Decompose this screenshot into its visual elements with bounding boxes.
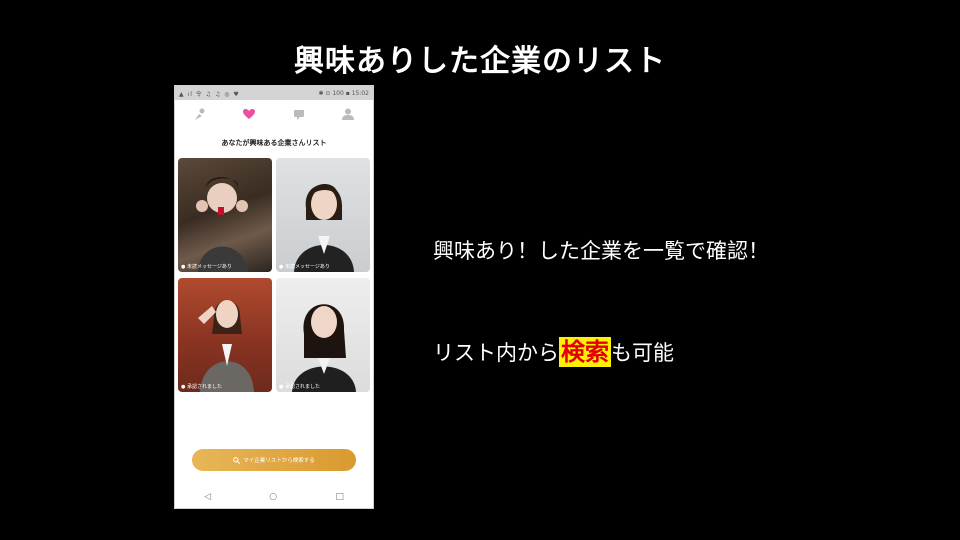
status-bar: ▲ ıl 令 ♫ ♫ ◎ ♥ ✱ ⊙ 100 ▪ 15:02 xyxy=(175,86,373,100)
company-card[interactable]: ● 未読メッセージあり xyxy=(276,158,370,272)
company-grid: ● 未読メッセージあり ● 未読メッセージあり ● 承認されました ● 承認され… xyxy=(178,158,370,394)
android-nav-bar: ◁ ○ □ xyxy=(175,486,373,508)
feature-text-search: リスト内から検索も可能 xyxy=(433,332,674,367)
tab-bar xyxy=(175,104,373,124)
status-icons: ▲ ıl 令 ♫ ♫ ◎ ♥ xyxy=(179,90,240,98)
heart-icon xyxy=(243,109,256,119)
card-status: ● 未読メッセージあり xyxy=(181,264,232,270)
people-icon xyxy=(194,108,205,120)
status-clock: ✱ ⊙ 100 ▪ 15:02 xyxy=(318,89,370,97)
chat-icon xyxy=(293,110,304,120)
tab-people[interactable] xyxy=(188,105,212,123)
feature-text-search-before: リスト内から xyxy=(433,341,559,365)
company-card[interactable]: ● 承認されました xyxy=(178,278,272,392)
person-icon xyxy=(342,108,355,120)
back-icon[interactable]: ◁ xyxy=(204,492,211,502)
tab-profile[interactable] xyxy=(336,105,360,123)
home-icon[interactable]: ○ xyxy=(269,492,277,502)
woman-photo-2 xyxy=(294,184,354,272)
company-card[interactable]: ● 未読メッセージあり xyxy=(178,158,272,272)
company-card[interactable]: ● 承認されました xyxy=(276,278,370,392)
card-status: ● 未読メッセージあり xyxy=(279,264,330,270)
phone-screenshot: ▲ ıl 令 ♫ ♫ ◎ ♥ ✱ ⊙ 100 ▪ 15:02 あなたが興味ある企… xyxy=(174,85,374,509)
card-status: ● 承認されました xyxy=(279,384,320,390)
card-status: ● 承認されました xyxy=(181,384,222,390)
list-title: あなたが興味ある企業さんリスト xyxy=(221,139,327,147)
woman-photo-4 xyxy=(292,304,356,392)
woman-photo-3 xyxy=(198,300,254,392)
tab-favorites[interactable] xyxy=(237,105,261,123)
search-button-label: マイ企業リストから検索する xyxy=(243,458,315,464)
feature-text-list: 興味あり！した企業を一覧で確認！ xyxy=(433,239,769,263)
recent-apps-icon[interactable]: □ xyxy=(335,492,344,502)
slide-title: 興味ありした企業のリスト xyxy=(294,44,666,79)
woman-photo-1 xyxy=(196,176,248,272)
highlight-search: 検索 xyxy=(559,337,611,367)
feature-text-search-after: も可能 xyxy=(611,341,674,365)
tab-messages[interactable] xyxy=(287,105,311,123)
search-icon xyxy=(233,456,241,464)
search-list-button[interactable]: マイ企業リストから検索する xyxy=(192,449,356,471)
